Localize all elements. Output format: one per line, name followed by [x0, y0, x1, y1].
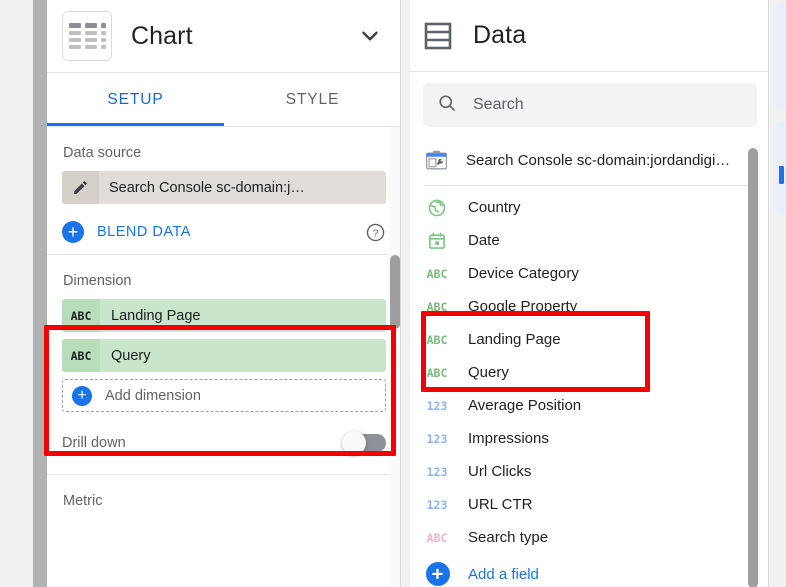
data-source-chip[interactable]: Search Console sc-domain:j…	[62, 171, 386, 204]
field-row-date[interactable]: Date	[410, 224, 769, 257]
add-a-field-label: Add a field	[468, 566, 539, 583]
blend-data-row[interactable]: + BLEND DATA ?	[62, 210, 386, 254]
add-dimension-label: Add dimension	[105, 388, 201, 404]
field-label: Date	[468, 232, 500, 249]
field-label: Google Property	[468, 298, 577, 315]
drill-down-label: Drill down	[62, 435, 126, 451]
number-type-icon: 123	[424, 432, 450, 446]
dimension-chip-label: Landing Page	[100, 299, 201, 332]
field-label: URL CTR	[468, 496, 532, 513]
field-row-query[interactable]: ABC Query	[410, 356, 769, 389]
number-type-icon: 123	[424, 498, 450, 512]
svg-text:?: ?	[373, 227, 379, 239]
pencil-icon[interactable]	[62, 171, 99, 204]
chart-panel-border	[400, 0, 401, 587]
field-label: Device Category	[468, 265, 579, 282]
dimension-section: Dimension ABC Landing Page ABC Query + A…	[47, 255, 401, 474]
field-row-google-property[interactable]: ABC Google Property	[410, 290, 769, 323]
tab-style[interactable]: STYLE	[224, 73, 401, 126]
chart-panel-header: Chart	[47, 0, 401, 73]
table-chart-icon[interactable]	[62, 11, 112, 61]
field-label: Url Clicks	[468, 463, 531, 480]
field-label: Impressions	[468, 430, 549, 447]
dimension-chip-label: Query	[100, 339, 151, 372]
text-type-icon: ABC	[424, 366, 450, 380]
right-edge-selection-marker	[779, 166, 784, 184]
drill-down-row: Drill down	[62, 412, 386, 474]
text-type-icon: ABC	[424, 267, 450, 281]
dimension-label: Dimension	[62, 255, 386, 299]
field-label: Query	[468, 364, 509, 381]
drill-down-toggle[interactable]	[344, 434, 386, 452]
left-gutter	[0, 0, 33, 587]
search-icon	[437, 93, 457, 118]
field-label: Average Position	[468, 397, 581, 414]
number-type-icon: 123	[424, 399, 450, 413]
field-label: Country	[468, 199, 521, 216]
field-row-impressions[interactable]: 123 Impressions	[410, 422, 769, 455]
blend-data-label[interactable]: BLEND DATA	[97, 224, 191, 240]
field-row-landing-page[interactable]: ABC Landing Page	[410, 323, 769, 356]
add-a-field-button[interactable]: + Add a field	[410, 554, 769, 587]
data-panel-scrollbar-thumb[interactable]	[748, 148, 758, 587]
field-row-device-category[interactable]: ABC Device Category	[410, 257, 769, 290]
calendar-icon	[424, 231, 450, 251]
field-row-average-position[interactable]: 123 Average Position	[410, 389, 769, 422]
field-label: Landing Page	[468, 331, 561, 348]
data-source-section: Data source Search Console sc-domain:j… …	[47, 127, 401, 254]
right-edge-card-top[interactable]	[775, 4, 786, 108]
metric-section: Metric	[47, 475, 401, 519]
field-row-search-type[interactable]: ABC Search type	[410, 521, 769, 554]
field-row-country[interactable]: Country	[410, 191, 769, 224]
plus-circle-icon[interactable]: +	[62, 221, 84, 243]
data-source-item-label: Search Console sc-domain:jordandigi…	[466, 152, 730, 169]
plus-circle-icon: +	[424, 562, 450, 586]
search-wrap: Search	[410, 72, 769, 127]
number-type-icon: 123	[424, 465, 450, 479]
field-row-url-ctr[interactable]: 123 URL CTR	[410, 488, 769, 521]
field-label: Search type	[468, 529, 548, 546]
search-placeholder: Search	[473, 96, 524, 114]
data-panel: Data Search Search Console sc-doma	[410, 0, 769, 587]
globe-icon	[424, 198, 450, 218]
metric-label: Metric	[62, 475, 386, 519]
chart-panel-scroll-body: Data source Search Console sc-domain:j… …	[47, 127, 401, 587]
chart-panel-scrollbar-thumb[interactable]	[390, 255, 400, 329]
chart-panel-tabs: SETUP STYLE	[47, 73, 401, 127]
search-console-icon	[424, 148, 449, 173]
search-input[interactable]: Search	[423, 83, 757, 127]
chart-properties-panel: Chart SETUP STYLE Data source Search Con…	[47, 0, 401, 587]
chevron-down-icon[interactable]	[353, 19, 387, 53]
text-type-icon: ABC	[62, 299, 100, 332]
text-type-icon: ABC	[424, 300, 450, 314]
database-list-icon	[423, 22, 453, 50]
text-type-icon: ABC	[62, 339, 100, 372]
add-dimension-button[interactable]: + Add dimension	[62, 379, 386, 412]
toggle-knob	[342, 431, 366, 455]
field-list: Country Date ABC Device Category ABC Goo…	[410, 186, 769, 587]
plus-circle-icon: +	[72, 386, 92, 406]
active-tab-underline	[47, 123, 224, 126]
app-root: Chart SETUP STYLE Data source Search Con…	[0, 0, 786, 587]
text-type-icon: ABC	[424, 333, 450, 347]
chart-panel-title: Chart	[131, 22, 353, 51]
data-source-value: Search Console sc-domain:j…	[99, 171, 305, 204]
data-panel-title: Data	[473, 21, 526, 50]
dimension-chip-query[interactable]: ABC Query	[62, 339, 386, 372]
left-panel-scrollbar[interactable]	[33, 0, 47, 587]
data-source-item[interactable]: Search Console sc-domain:jordandigi…	[410, 139, 769, 181]
text-type-icon: ABC	[424, 531, 450, 545]
field-row-url-clicks[interactable]: 123 Url Clicks	[410, 455, 769, 488]
data-panel-header: Data	[410, 0, 769, 72]
tab-setup[interactable]: SETUP	[47, 73, 224, 126]
data-source-label: Data source	[62, 127, 386, 171]
dimension-chip-landing-page[interactable]: ABC Landing Page	[62, 299, 386, 332]
help-circle-icon[interactable]: ?	[365, 222, 386, 243]
